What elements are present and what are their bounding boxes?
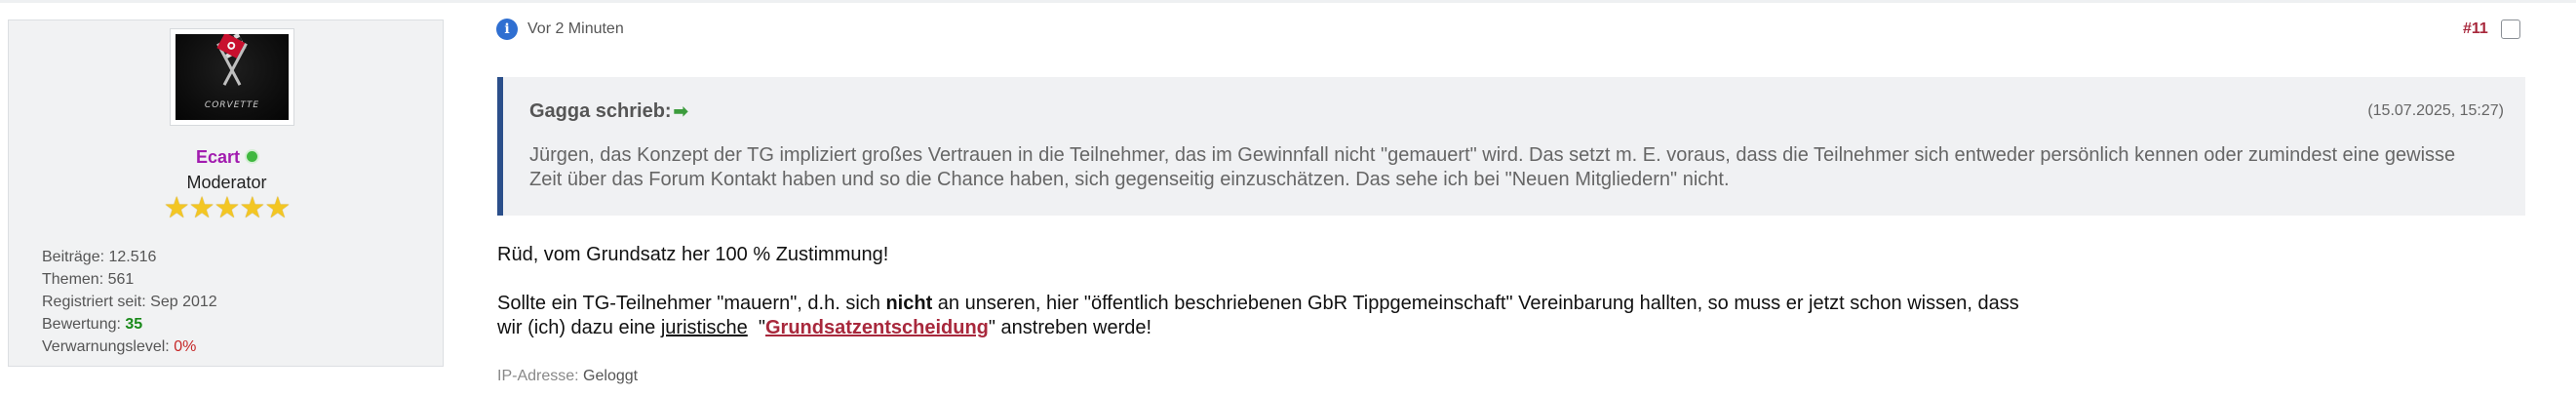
grundsatzentscheidung-link[interactable]: Grundsatzentscheidung [765,317,989,338]
info-icon: i [496,19,518,40]
post-meta: i Vor 2 Minuten [496,19,624,40]
post-paragraph-2-cont: wir (ich) dazu eine juristische "Grundsa… [497,317,1152,338]
rating-value[interactable]: 35 [125,316,142,333]
stat-warning-level: Verwarnungslevel: 0% [42,338,197,355]
quote-date: (15.07.2025, 15:27) [2367,102,2504,119]
quote-text: Jürgen, das Konzept der TG impliziert gr… [529,144,2456,190]
corvette-logo-icon: CORVETTE [176,34,289,120]
post-paragraph-2: Sollte ein TG-Teilnehmer "mauern", d.h. … [497,293,2019,314]
online-status-icon [247,151,258,162]
underlined-term: juristische [660,317,748,338]
quote-author-link[interactable]: Gagga schrieb: [529,100,672,123]
stat-rating: Bewertung: 35 [42,316,143,333]
post-body: Rüd, vom Grundsatz her 100 % Zustimmung!… [497,243,2301,340]
emphasis-not: nicht [885,293,933,314]
ip-address: IP-Adresse: Geloggt [497,368,638,385]
forum-post: CORVETTE Ecart Moderator ★★★★★ Beiträge:… [0,0,2576,395]
quote-author: Gagga schrieb: ➡ [529,100,688,123]
post-time[interactable]: Vor 2 Minuten [527,20,624,38]
user-role: Moderator [186,173,267,192]
ip-value: Geloggt [583,368,639,384]
stat-posts: Beiträge: 12.516 [42,249,157,265]
username-row: Ecart [9,147,445,168]
stat-threads: Themen: 561 [42,271,135,288]
post-author-sidebar: CORVETTE Ecart Moderator ★★★★★ Beiträge:… [8,20,444,367]
avatar[interactable]: CORVETTE [170,28,294,126]
go-to-quote-arrow-icon[interactable]: ➡ [674,101,688,122]
svg-text:CORVETTE: CORVETTE [205,100,259,110]
quote-block: Gagga schrieb: ➡ (15.07.2025, 15:27) Jür… [497,77,2525,216]
post-select-checkbox[interactable] [2501,20,2520,39]
ip-label: IP-Adresse: [497,368,579,384]
rank-stars-icon: ★★★★★ [163,192,291,224]
username-link[interactable]: Ecart [196,147,240,167]
stat-registered: Registriert seit: Sep 2012 [42,294,217,310]
post-number-link[interactable]: #11 [2463,20,2488,38]
warning-level-value[interactable]: 0% [174,338,196,355]
post-paragraph-1: Rüd, vom Grundsatz her 100 % Zustimmung! [497,244,889,265]
user-stats: Beiträge: 12.516 Themen: 561 Registriert… [42,246,217,358]
